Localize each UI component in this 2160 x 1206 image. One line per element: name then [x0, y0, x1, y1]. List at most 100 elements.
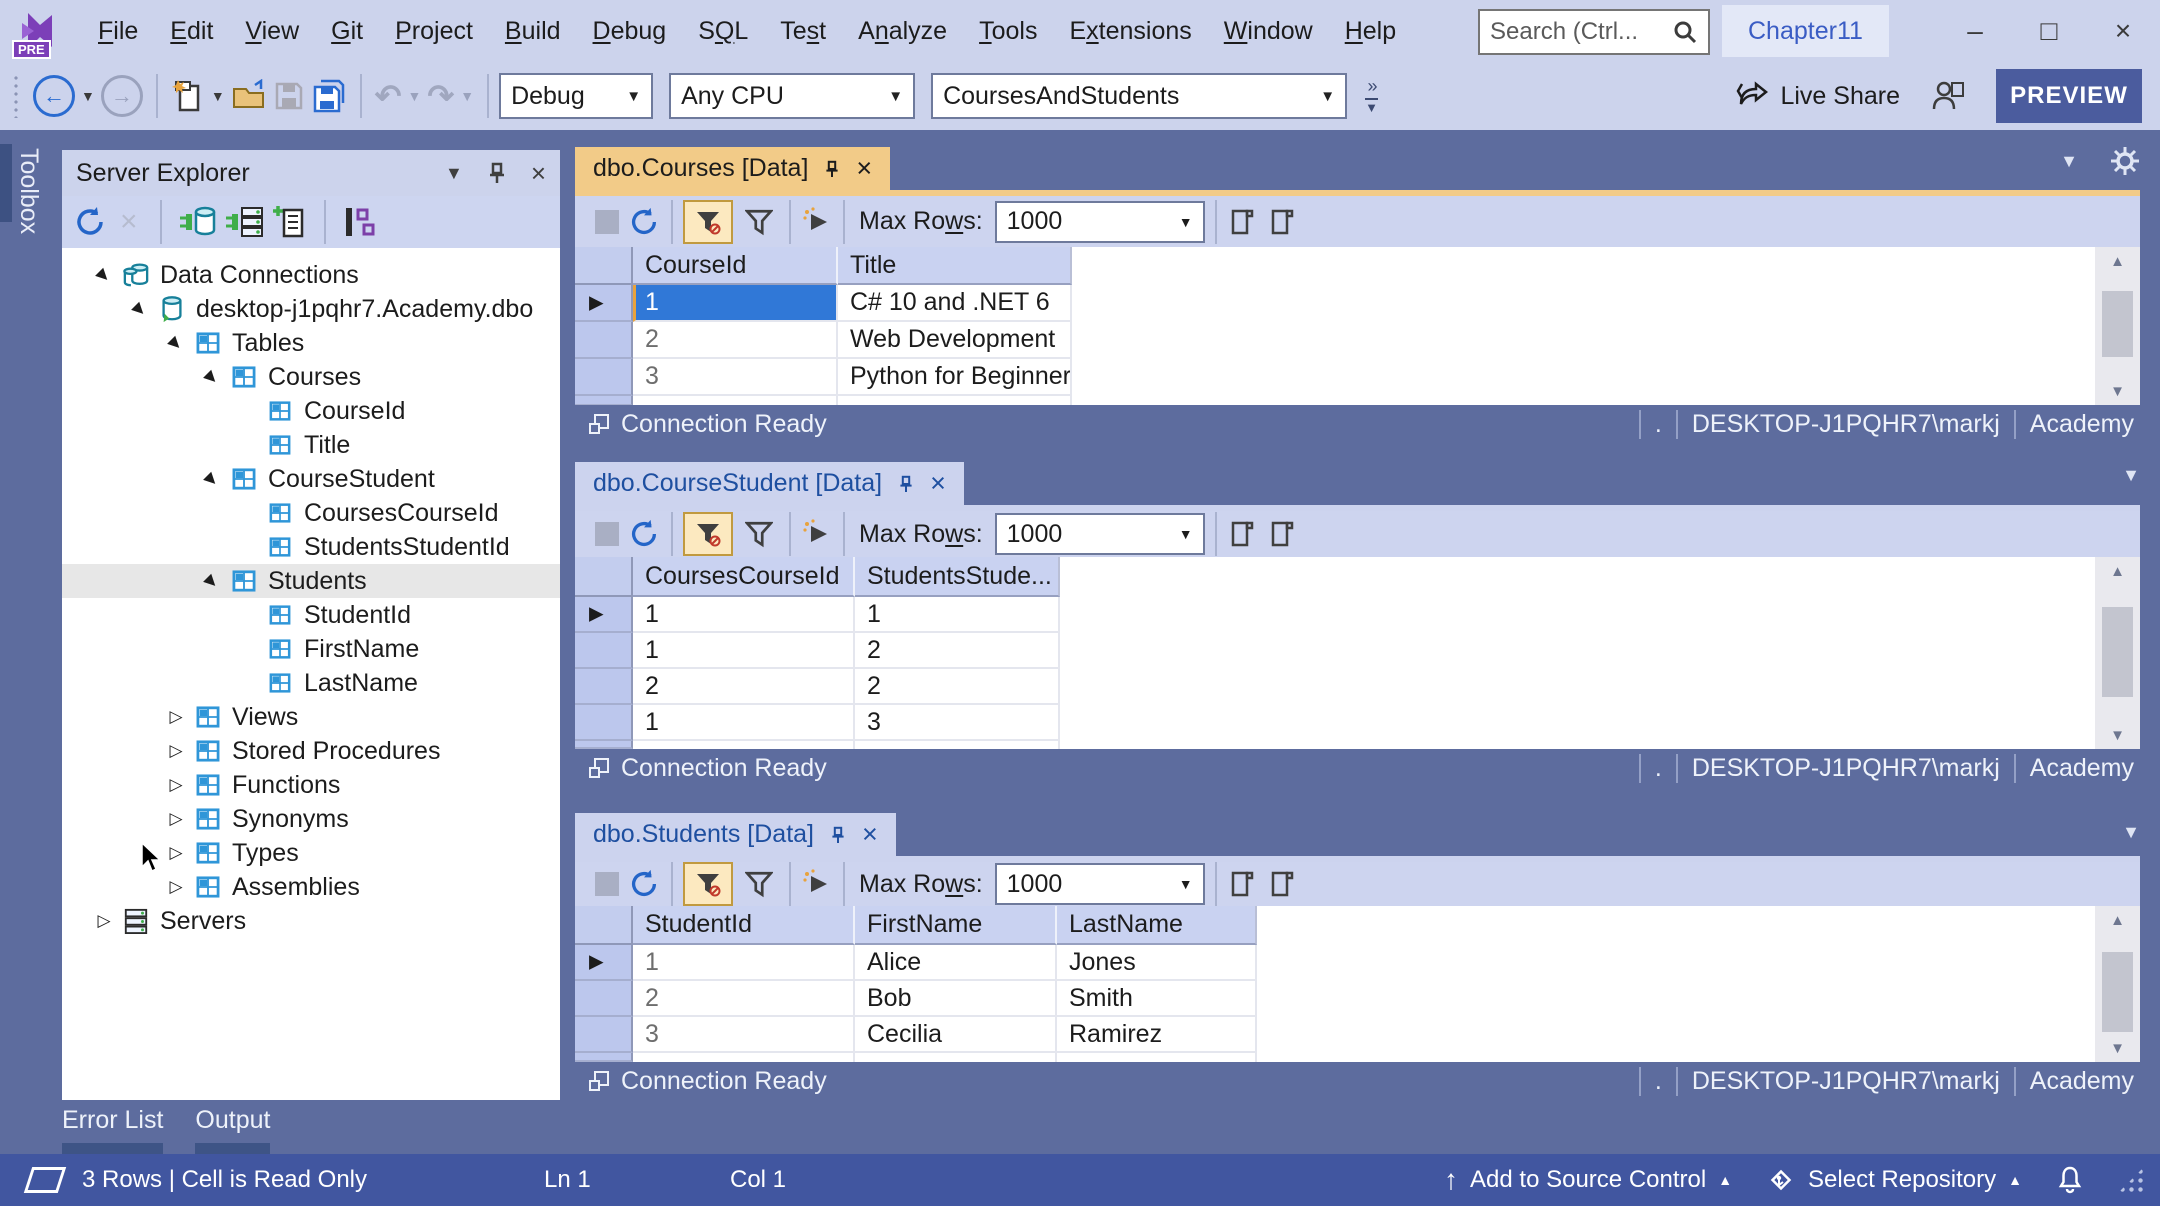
tree-item-coursescourseid[interactable]: CoursesCourseId [62, 496, 560, 530]
grid-cell[interactable]: Bob [855, 981, 1057, 1017]
expanded-arrow-icon[interactable]: ▶ [122, 291, 157, 326]
row-selector[interactable] [575, 981, 633, 1017]
tree-item-lastname[interactable]: LastName [62, 666, 560, 700]
configuration-combobox[interactable]: Debug▼ [499, 73, 653, 119]
menu-edit[interactable]: Edit [154, 0, 229, 62]
tree-item-desktop-j1pqhr7-academy-dbo[interactable]: ▶desktop-j1pqhr7.Academy.dbo [62, 292, 560, 326]
stop-icon[interactable] [595, 872, 619, 896]
tree-item-types[interactable]: ▷Types [62, 836, 560, 870]
collapsed-arrow-icon[interactable]: ▷ [160, 775, 192, 795]
minimize-icon[interactable]: – [1938, 0, 2012, 62]
feedback-user-icon[interactable] [1930, 79, 1966, 113]
tab-dbo-students-data[interactable]: dbo.Students [Data] × [575, 813, 896, 856]
expanded-arrow-icon[interactable]: ▶ [86, 257, 121, 292]
grid-cell[interactable]: Alice [855, 945, 1057, 981]
toolbar-overflow-icon[interactable]: »▼ [1365, 78, 1378, 114]
bell-icon[interactable] [2056, 1165, 2084, 1195]
grid-cell[interactable]: 2 [633, 669, 855, 705]
scroll-up-icon[interactable]: ▲ [2095, 906, 2140, 934]
navigate-back-icon[interactable]: ← [33, 75, 75, 117]
script-pane-icon[interactable] [1227, 207, 1257, 237]
grid-cell[interactable]: 2 [633, 322, 838, 359]
refresh-icon[interactable] [72, 204, 108, 240]
gear-icon[interactable] [2110, 146, 2140, 176]
menu-project[interactable]: Project [379, 0, 489, 62]
live-share-button[interactable]: Live Share [1736, 80, 1900, 112]
collapsed-arrow-icon[interactable]: ▷ [160, 877, 192, 897]
preview-button[interactable]: PREVIEW [1996, 69, 2142, 123]
script-pane-split-icon[interactable] [1267, 869, 1297, 899]
bottom-tab-error-list[interactable]: Error List [62, 1106, 163, 1155]
row-selector[interactable]: ▶ [575, 285, 633, 322]
maximize-icon[interactable]: □ [2012, 0, 2086, 62]
scroll-down-icon[interactable]: ▼ [2095, 377, 2140, 405]
grid-cell[interactable]: 3 [633, 359, 838, 396]
menu-file[interactable]: File [82, 0, 154, 62]
solution-name-tab[interactable]: Chapter11 [1722, 5, 1889, 57]
filter-icon[interactable] [745, 520, 773, 548]
close-icon[interactable]: × [2086, 0, 2160, 62]
close-icon[interactable]: × [930, 470, 946, 497]
window-position-chevron-icon[interactable]: ▼ [445, 163, 463, 184]
refresh-icon[interactable] [627, 867, 661, 901]
filter-toggled-icon[interactable] [683, 200, 733, 244]
row-selector[interactable] [575, 359, 633, 396]
search-input[interactable]: Search (Ctrl... [1478, 9, 1710, 55]
save-icon[interactable] [273, 74, 305, 118]
resize-grip[interactable] [2118, 1167, 2144, 1193]
grid-cell[interactable]: 2 [855, 669, 1060, 705]
tree-item-data-connections[interactable]: ▶Data Connections [62, 258, 560, 292]
grid-cell[interactable]: Jones [1057, 945, 1257, 981]
filter-icon[interactable] [745, 870, 773, 898]
row-selector[interactable] [575, 322, 633, 359]
undo-dropdown-icon[interactable]: ▼ [408, 88, 422, 104]
collapsed-arrow-icon[interactable]: ▷ [160, 843, 192, 863]
tree-item-title[interactable]: Title [62, 428, 560, 462]
tree-item-servers[interactable]: ▷Servers [62, 904, 560, 938]
document-list-chevron-icon[interactable]: ▼ [2122, 465, 2140, 486]
row-selector[interactable]: ▶ [575, 597, 633, 633]
filter-toggled-icon[interactable] [683, 512, 733, 556]
navigate-back-dropdown-icon[interactable]: ▼ [81, 88, 95, 104]
bottom-tab-output[interactable]: Output [195, 1106, 270, 1155]
tab-dbo-coursestudent-data[interactable]: dbo.CourseStudent [Data] × [575, 462, 964, 505]
grid-cell[interactable]: C# 10 and .NET 6 [838, 285, 1072, 322]
menu-extensions[interactable]: Extensions [1053, 0, 1207, 62]
pin-icon[interactable] [898, 475, 914, 493]
column-header-coursescourseid[interactable]: CoursesCourseId [633, 557, 855, 597]
redo-dropdown-icon[interactable]: ▼ [460, 88, 474, 104]
toolbar-grip[interactable] [12, 74, 22, 118]
max-rows-combobox[interactable]: 1000▼ [995, 863, 1205, 905]
run-script-icon[interactable] [801, 206, 833, 238]
menu-window[interactable]: Window [1208, 0, 1329, 62]
select-all-cell[interactable] [575, 247, 633, 285]
expanded-arrow-icon[interactable]: ▶ [158, 325, 193, 360]
row-selector[interactable] [575, 669, 633, 705]
tree-item-courses[interactable]: ▶Courses [62, 360, 560, 394]
tree-item-coursestudent[interactable]: ▶CourseStudent [62, 462, 560, 496]
undo-icon[interactable]: ↶ [375, 74, 402, 118]
tree-item-firstname[interactable]: FirstName [62, 632, 560, 666]
grid-cell[interactable]: Ramirez [1057, 1017, 1257, 1053]
add-to-source-control-button[interactable]: ↑ Add to Source Control ▲ [1444, 1166, 1732, 1194]
select-repository-button[interactable]: Select Repository ▲ [1766, 1165, 2022, 1195]
document-list-chevron-icon[interactable]: ▼ [2060, 151, 2078, 172]
tree-item-studentsstudentid[interactable]: StudentsStudentId [62, 530, 560, 564]
grid-cell[interactable]: 1 [633, 597, 855, 633]
connect-to-server-icon[interactable] [224, 204, 264, 240]
pin-icon[interactable] [830, 826, 846, 844]
refresh-icon[interactable] [627, 205, 661, 239]
grid-cell[interactable]: 1 [633, 285, 838, 322]
scrollbar-thumb[interactable] [2102, 952, 2133, 1032]
menu-analyze[interactable]: Analyze [842, 0, 963, 62]
grid-cell[interactable]: 2 [633, 981, 855, 1017]
filter-icon[interactable] [745, 208, 773, 236]
redo-icon[interactable]: ↷ [427, 74, 454, 118]
row-selector[interactable] [575, 633, 633, 669]
tree-item-functions[interactable]: ▷Functions [62, 768, 560, 802]
column-header-studentsstude[interactable]: StudentsStude... [855, 557, 1060, 597]
close-icon[interactable]: × [856, 155, 872, 182]
tree-item-courseid[interactable]: CourseId [62, 394, 560, 428]
pin-icon[interactable] [824, 160, 840, 178]
expanded-arrow-icon[interactable]: ▶ [194, 359, 229, 394]
